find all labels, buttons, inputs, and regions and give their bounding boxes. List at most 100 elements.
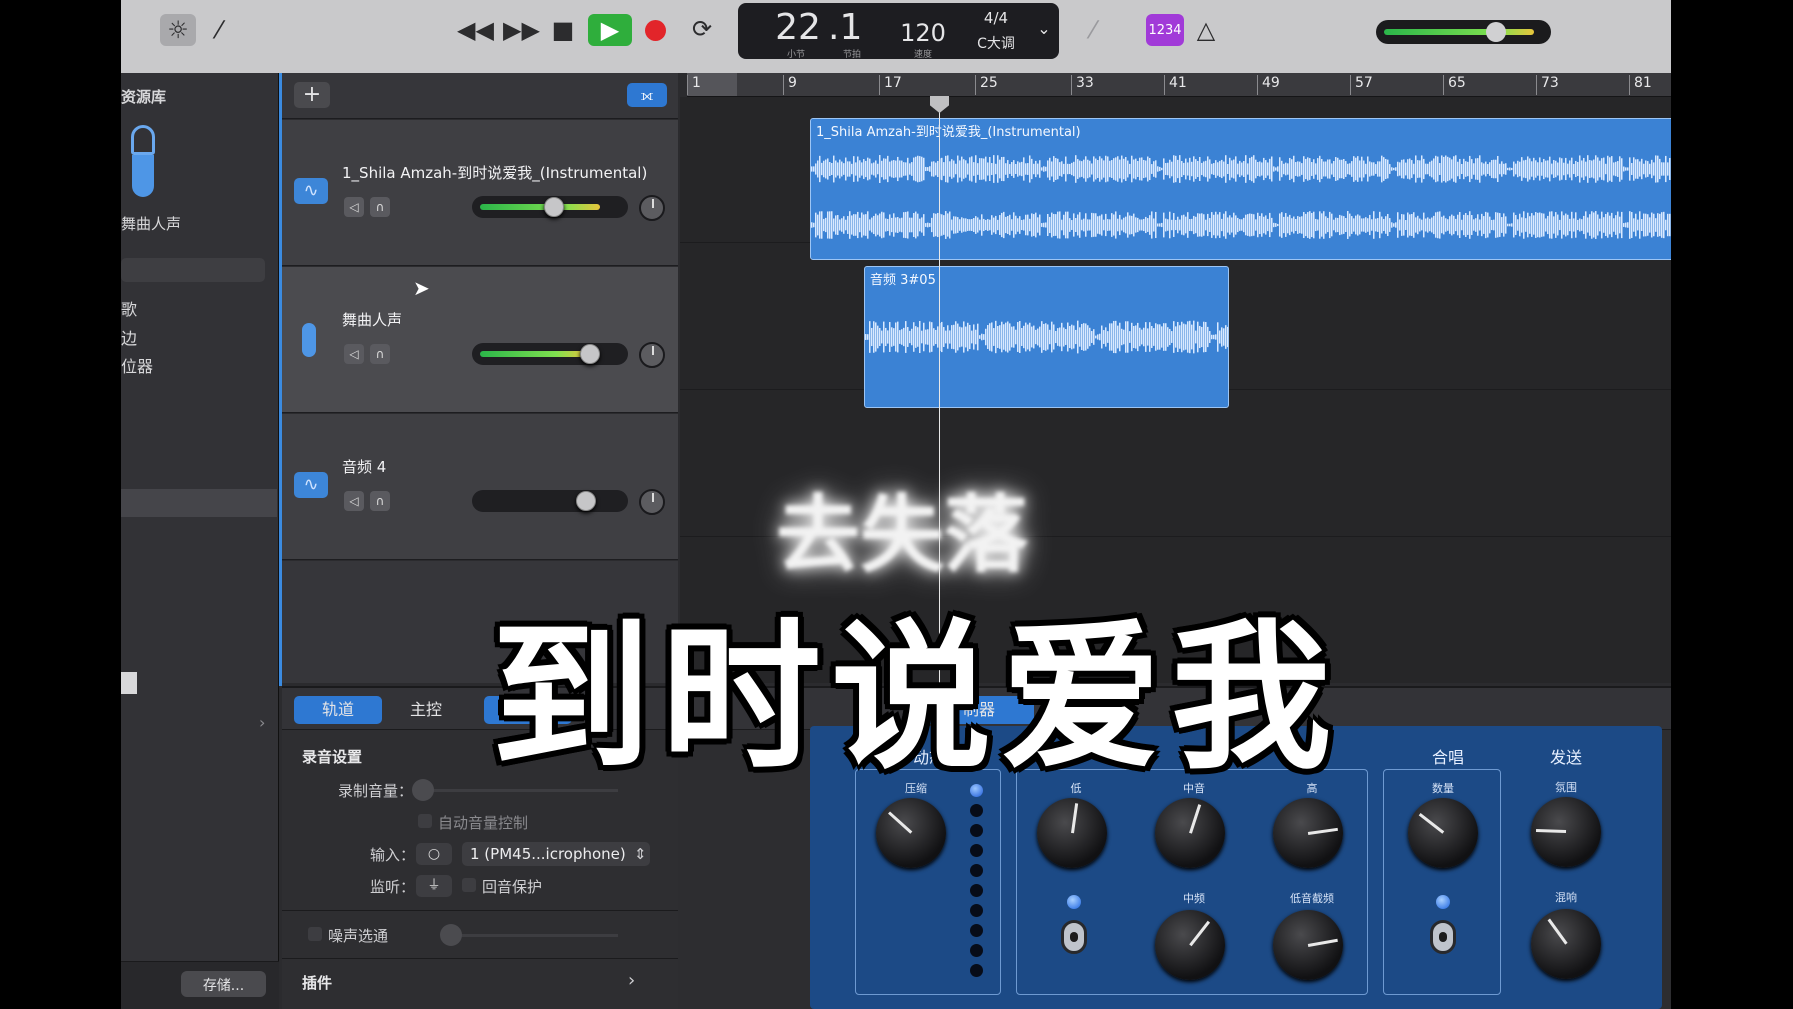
library-search-field[interactable] [121,258,265,282]
high-eq-knob[interactable] [1273,798,1343,868]
pencil-icon[interactable]: ⁄ [207,18,231,42]
rewind-icon[interactable]: ◀◀ [457,18,494,42]
knob-label: 数量 [1432,782,1454,795]
smart-controls-button[interactable]: ☼ [160,14,196,46]
library-item[interactable]: 歌 [121,296,137,320]
microphone-icon [129,125,157,201]
low-eq-knob[interactable] [1037,798,1107,868]
noise-gate-knob[interactable] [440,924,462,946]
count-in-button[interactable]: 1234 [1146,14,1184,46]
lcd-bar: 22 [775,7,821,48]
feedback-protection-label: 回音保护 [482,878,543,896]
mute-icon[interactable]: ◁ [344,197,364,217]
fast-forward-icon[interactable]: ▶▶ [503,18,540,42]
track-header[interactable]: ∿ 1_Shila Amzah-到时说爱我_(Instrumental) ◁ ∩ [282,120,678,266]
region-waveform [865,320,1228,354]
chevron-right-icon[interactable]: › [628,970,635,991]
track-volume-slider[interactable] [472,196,628,218]
save-button[interactable]: 存储... [181,971,266,997]
track-volume-knob[interactable] [576,491,596,511]
track-header[interactable]: ∿ 音频 4 ◁ ∩ [282,414,678,560]
chorus-amount-knob[interactable] [1408,798,1478,868]
add-track-button[interactable]: + [294,82,330,108]
chevron-down-icon[interactable]: ⌄ [1034,19,1054,38]
reverb-knob[interactable] [1531,909,1601,979]
track-volume-knob[interactable] [580,344,600,364]
record-button[interactable] [645,20,666,41]
lcd-beat-label: 节拍 [842,50,861,60]
solo-headphones-icon[interactable]: ∩ [370,491,390,511]
track-volume-slider[interactable] [472,490,628,512]
tab-track[interactable]: 轨道 [294,696,382,724]
compressor-knob[interactable] [876,798,946,868]
ruler-mark: 73 [1536,75,1559,95]
track-volume-meter [480,351,588,357]
control-bar: ☼ ⁄ ◀◀ ▶▶ ■ ▶ ⟳ 22 . 1 小节 节拍 120 速度 4/4 … [121,0,1671,73]
master-volume-slider[interactable] [1376,20,1551,44]
record-level-knob[interactable] [412,779,434,801]
noise-gate-slider[interactable] [448,934,618,937]
solo-headphones-icon[interactable]: ∩ [370,344,390,364]
mid-frequency-knob[interactable] [1155,910,1225,980]
mute-icon[interactable]: ◁ [344,344,364,364]
track-volume-knob[interactable] [544,197,564,217]
library-item[interactable]: 位器 [121,353,153,377]
metronome-icon[interactable]: △ [1193,18,1219,42]
bass-cutoff-knob[interactable] [1273,910,1343,980]
pan-knob[interactable] [639,489,665,515]
input-select[interactable]: 1 (PM45...icrophone) ⇕ [462,842,650,866]
input-channel-button[interactable]: ○ [416,843,452,865]
record-level-label: 录制音量： [338,782,414,800]
track-header[interactable]: 舞曲人声 ◁ ∩ [282,267,678,413]
ambience-knob[interactable] [1531,797,1601,867]
stop-icon[interactable]: ■ [550,18,576,42]
dynamics-section: 压缩 [855,769,1001,995]
ruler-mark: 9 [783,75,797,95]
library-info-icon[interactable] [121,672,137,694]
eq-toggle-switch[interactable] [1061,920,1087,954]
divider [282,958,678,959]
chorus-enable-led [1436,895,1450,909]
lcd-bar-label: 小节 [786,50,805,60]
meter-led [970,864,983,877]
noise-gate-checkbox[interactable] [308,927,322,941]
tab-master[interactable]: 主控 [382,696,470,724]
track-volume-slider[interactable] [472,343,628,365]
chevron-right-icon[interactable]: › [259,713,265,732]
feedback-protection-checkbox[interactable] [462,878,476,892]
library-panel: 资源库 舞曲人声 歌 边 位器 › 存储... [121,73,279,1009]
chorus-toggle-switch[interactable] [1430,920,1456,954]
ruler-mark: 17 [879,75,902,95]
library-title: 资源库 [121,88,167,106]
lcd-display[interactable]: 22 . 1 小节 节拍 120 速度 4/4 C大调 ⌄ [738,3,1059,60]
plugins-label: 插件 [302,974,333,992]
pan-knob[interactable] [639,195,665,221]
play-icon: ▶ [600,16,620,44]
tuner-icon[interactable]: ⁄ [1081,18,1105,42]
ruler-mark: 57 [1350,75,1373,95]
auto-level-checkbox[interactable] [418,814,432,828]
master-volume-meter [1384,29,1534,35]
master-volume-knob[interactable] [1486,22,1506,42]
play-button[interactable]: ▶ [588,14,632,46]
mid-eq-knob[interactable] [1155,798,1225,868]
lcd-time-signature: 4/4 [983,9,1009,27]
track-volume-meter [480,204,600,210]
meter-led [970,964,983,977]
pan-knob[interactable] [639,342,665,368]
knob-label: 低音截频 [1290,892,1334,905]
send-label: 发送 [1550,748,1583,767]
ruler-mark: 65 [1443,75,1466,95]
solo-headphones-icon[interactable]: ∩ [370,197,390,217]
monitor-button[interactable]: ⏚ [416,875,452,897]
catch-playhead-button[interactable]: ⟗ [627,83,667,107]
library-selected-row[interactable] [121,489,277,517]
mute-icon[interactable]: ◁ [344,491,364,511]
compressor-meter [969,784,984,984]
lcd-key: C大调 [977,36,1015,52]
cycle-icon[interactable]: ⟳ [687,17,717,41]
library-bottom-bar: 存储... [121,961,279,1009]
timeline-ruler[interactable]: 1 9 17 25 33 41 49 57 65 73 81 [687,73,1671,97]
audio-region[interactable]: 音频 3#05 [864,266,1229,408]
library-item[interactable]: 边 [121,325,137,349]
